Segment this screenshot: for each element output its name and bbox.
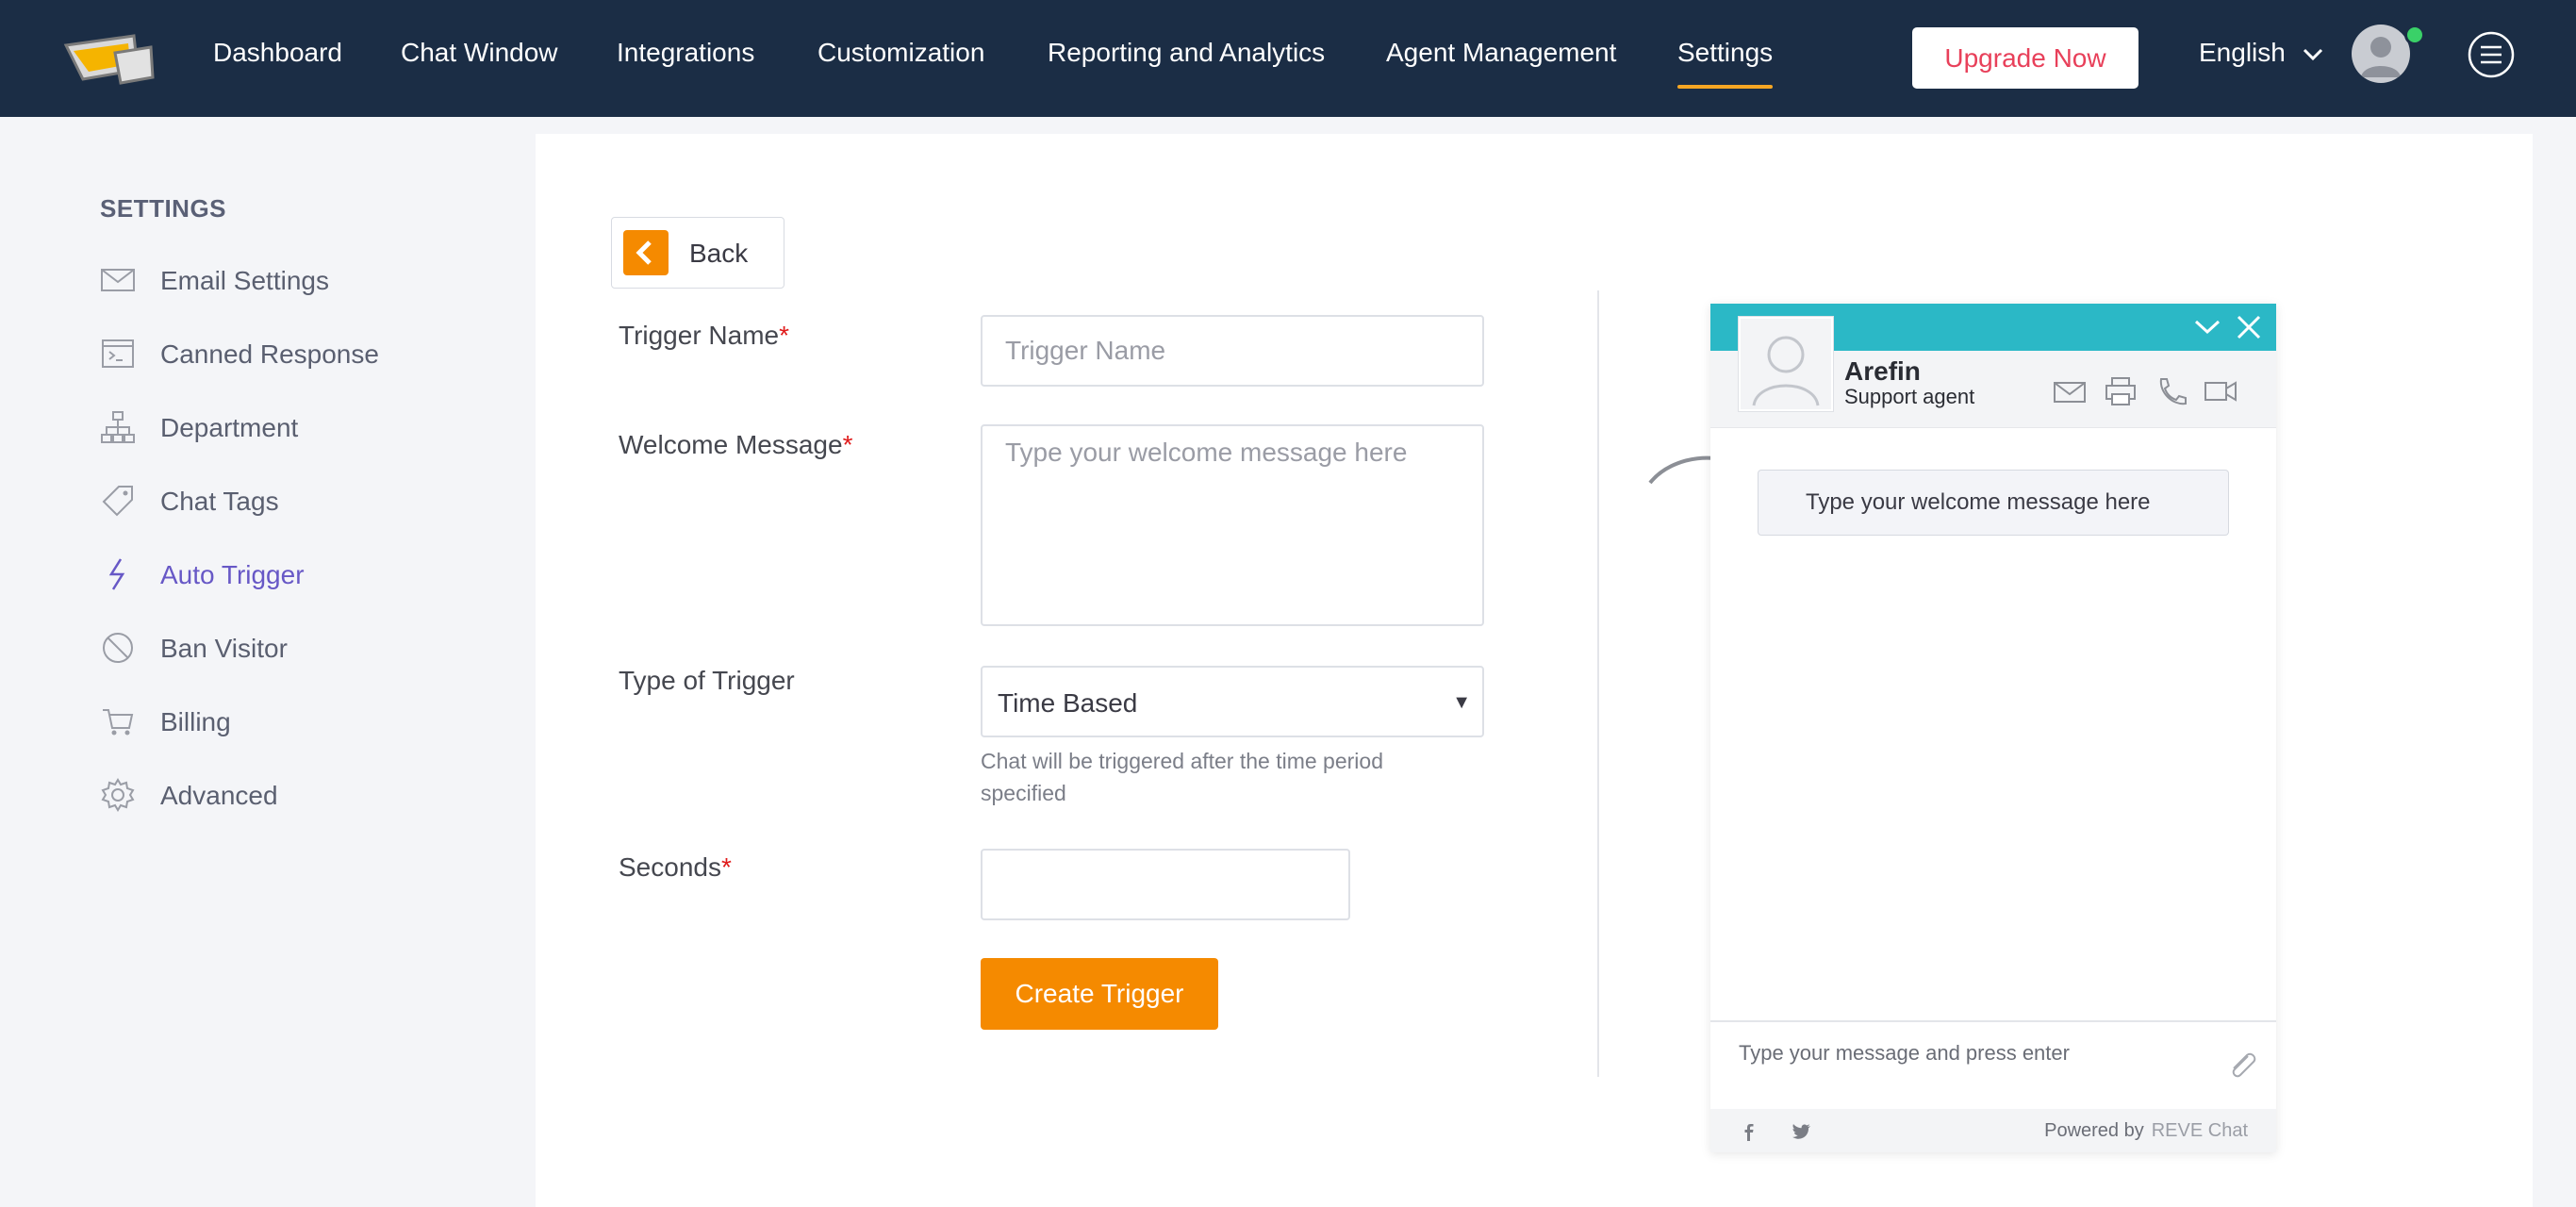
auto-trigger-panel: Back Trigger Name* Welcome Message* Type… [536, 134, 2533, 1207]
required-asterisk: * [842, 430, 853, 459]
chat-widget-preview: Arefin Support agent Type your welcome m… [1710, 304, 2276, 1152]
trigger-type-selected: Time Based [998, 688, 1138, 718]
nav-settings[interactable]: Settings [1677, 38, 1774, 89]
welcome-message-preview: Type your welcome message here [1806, 489, 2151, 515]
sidebar-item-email-settings[interactable]: Email Settings [100, 256, 496, 304]
settings-sidebar: SETTINGS Email Settings Canned Response … [43, 134, 536, 1207]
hamburger-menu-icon[interactable] [2467, 30, 2516, 79]
agent-avatar [1739, 317, 1833, 411]
sidebar-title: SETTINGS [100, 194, 227, 223]
sidebar-item-label: Canned Response [160, 339, 379, 369]
close-icon[interactable] [2235, 313, 2263, 341]
nav-agent-management[interactable]: Agent Management [1386, 38, 1616, 68]
nav-chat-window[interactable]: Chat Window [401, 38, 558, 68]
dropdown-arrow-icon: ▼ [1452, 692, 1471, 713]
back-label: Back [689, 239, 749, 268]
welcome-message-textarea[interactable] [981, 424, 1484, 626]
welcome-message-label: Welcome Message* [619, 430, 852, 460]
sidebar-item-label: Advanced [160, 781, 278, 810]
video-call-icon[interactable] [2203, 375, 2238, 407]
nav-integrations[interactable]: Integrations [617, 38, 754, 68]
facebook-icon[interactable] [1737, 1120, 1759, 1143]
trigger-type-label: Type of Trigger [619, 666, 795, 695]
upgrade-now-button[interactable]: Upgrade Now [1912, 27, 2138, 89]
trigger-type-select[interactable]: Time Based ▼ [981, 666, 1484, 737]
chevron-down-icon [2303, 48, 2322, 60]
create-trigger-button[interactable]: Create Trigger [981, 958, 1218, 1030]
user-outline-icon [1752, 336, 1820, 406]
vertical-divider [1597, 290, 1599, 1077]
trigger-type-hint: Chat will be triggered after the time pe… [981, 749, 1383, 805]
back-button[interactable]: Back [611, 217, 784, 289]
sidebar-item-chat-tags[interactable]: Chat Tags [100, 477, 496, 524]
powered-by-text: Powered by REVE Chat [2044, 1120, 2248, 1142]
ban-icon [103, 633, 133, 663]
trigger-name-label-text: Trigger Name [619, 321, 780, 350]
print-icon[interactable] [2103, 375, 2138, 407]
user-avatar[interactable] [2352, 25, 2410, 83]
sidebar-item-advanced[interactable]: Advanced [100, 771, 496, 818]
nav-reporting-analytics[interactable]: Reporting and Analytics [1048, 38, 1325, 68]
sidebar-item-auto-trigger[interactable]: Auto Trigger [100, 551, 496, 598]
welcome-message-label-text: Welcome Message [619, 430, 843, 459]
org-chart-icon [101, 411, 135, 443]
required-asterisk: * [720, 852, 732, 882]
trigger-name-label: Trigger Name* [619, 321, 789, 351]
sidebar-item-ban-visitor[interactable]: Ban Visitor [100, 624, 496, 671]
agent-role: Support agent [1844, 385, 1975, 408]
lightning-icon [108, 558, 125, 590]
envelope-icon [101, 269, 135, 291]
tag-icon [102, 486, 133, 517]
powered-by-brand[interactable]: REVE Chat [2152, 1120, 2248, 1141]
gear-icon [101, 778, 135, 812]
language-selector[interactable]: English [2199, 38, 2323, 68]
sidebar-item-label: Billing [160, 707, 231, 736]
required-asterisk: * [779, 321, 790, 350]
seconds-input[interactable] [981, 849, 1350, 920]
trigger-name-input[interactable] [981, 315, 1484, 387]
nav-dashboard[interactable]: Dashboard [213, 38, 342, 68]
online-status-indicator [2404, 25, 2425, 45]
sidebar-item-department[interactable]: Department [100, 404, 496, 451]
attachment-paperclip-icon[interactable] [2225, 1047, 2259, 1084]
powered-by-label: Powered by [2044, 1120, 2144, 1141]
sidebar-item-label: Email Settings [160, 266, 329, 295]
terminal-icon [102, 339, 134, 368]
welcome-message-bubble: Type your welcome message here [1758, 470, 2229, 536]
sidebar-item-label: Auto Trigger [160, 560, 305, 589]
user-silhouette-icon [2361, 37, 2401, 77]
top-nav-bar: Dashboard Chat Window Integrations Custo… [0, 0, 2576, 117]
twitter-icon[interactable] [1790, 1120, 1812, 1143]
sidebar-item-label: Department [160, 413, 299, 442]
sidebar-item-label: Chat Tags [160, 487, 279, 516]
cart-icon [103, 709, 134, 736]
reve-chat-logo[interactable] [60, 32, 157, 87]
email-transcript-icon[interactable] [2052, 375, 2088, 407]
nav-customization[interactable]: Customization [817, 38, 984, 68]
minimize-chevron-icon[interactable] [2193, 313, 2221, 341]
sidebar-item-label: Ban Visitor [160, 634, 288, 663]
seconds-label: Seconds* [619, 852, 732, 883]
widget-footer: Powered by REVE Chat [1710, 1109, 2276, 1152]
widget-message-input[interactable]: Type your message and press enter [1710, 1020, 2276, 1109]
seconds-label-text: Seconds [619, 852, 721, 882]
language-label: English [2199, 38, 2286, 67]
chevron-left-icon [623, 230, 669, 275]
sidebar-item-billing[interactable]: Billing [100, 698, 496, 745]
message-input-placeholder: Type your message and press enter [1739, 1041, 2070, 1065]
agent-name: Arefin [1844, 356, 1921, 386]
phone-icon[interactable] [2154, 375, 2189, 407]
sidebar-item-canned-response[interactable]: Canned Response [100, 330, 496, 377]
